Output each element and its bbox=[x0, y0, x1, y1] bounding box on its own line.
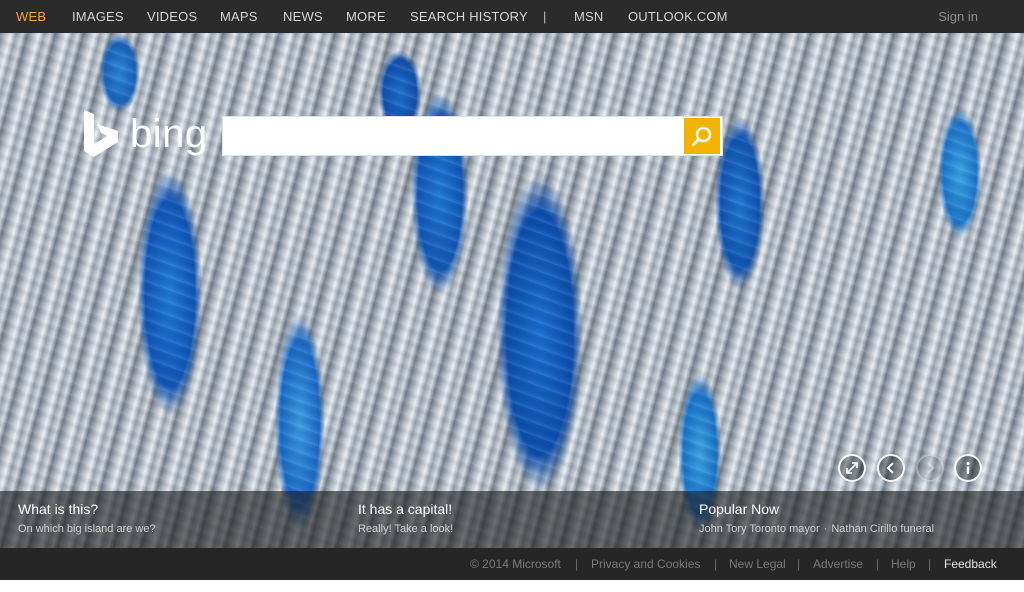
search-input[interactable] bbox=[223, 117, 683, 155]
bing-b-icon bbox=[84, 110, 118, 157]
search-box[interactable] bbox=[222, 116, 723, 156]
nav-images[interactable]: IMAGES bbox=[72, 9, 124, 24]
footer-separator: | bbox=[714, 557, 718, 571]
nav-outlook[interactable]: OUTLOOK.COM bbox=[628, 9, 728, 24]
footer-privacy-link[interactable]: Privacy and Cookies bbox=[591, 557, 700, 571]
nav-news[interactable]: NEWS bbox=[283, 9, 323, 24]
hotspot-what-is-this[interactable]: What is this? On which big island are we… bbox=[18, 491, 318, 548]
page-bottom-margin bbox=[0, 580, 1024, 592]
panel-subtitle: On which big island are we? bbox=[18, 523, 156, 535]
chevron-right-icon bbox=[927, 462, 935, 474]
popular-now-title: Popular Now bbox=[699, 501, 780, 517]
nav-more[interactable]: MORE bbox=[346, 9, 386, 24]
hotspot-capital[interactable]: It has a capital! Really! Take a look! bbox=[358, 491, 658, 548]
footer-help-link[interactable]: Help bbox=[891, 557, 916, 571]
popular-now-links: John Tory Toronto mayor · Nathan Cirillo f… bbox=[699, 523, 934, 535]
search-button[interactable] bbox=[684, 118, 720, 154]
info-button[interactable] bbox=[954, 454, 982, 482]
footer-separator: | bbox=[797, 557, 801, 571]
footer-separator: | bbox=[575, 557, 579, 571]
popular-now: Popular Now John Tory Toronto mayor · Nath… bbox=[699, 491, 999, 548]
fullscreen-icon bbox=[846, 462, 858, 474]
bing-wordmark: bing bbox=[130, 112, 208, 156]
search-icon bbox=[692, 126, 712, 146]
info-icon bbox=[966, 462, 970, 474]
link-separator: · bbox=[823, 523, 828, 535]
next-image-button[interactable] bbox=[916, 454, 944, 482]
panel-title: What is this? bbox=[18, 501, 99, 517]
popular-link[interactable]: Nathan Cirillo funeral bbox=[831, 523, 934, 535]
footer-separator: | bbox=[928, 557, 932, 571]
nav-search-history[interactable]: SEARCH HISTORY bbox=[410, 9, 528, 24]
footer-separator: | bbox=[876, 557, 880, 571]
panel-subtitle: Really! Take a look! bbox=[358, 523, 454, 535]
footer-advertise-link[interactable]: Advertise bbox=[813, 557, 863, 571]
footer-legal-link[interactable]: New Legal bbox=[729, 557, 786, 571]
chevron-left-icon bbox=[886, 462, 894, 474]
bing-logo[interactable]: bing bbox=[82, 110, 207, 160]
copyright: © 2014 Microsoft bbox=[470, 557, 561, 571]
top-nav-bar: WEB IMAGES VIDEOS MAPS NEWS MORE SEARCH … bbox=[0, 0, 1024, 33]
nav-separator: | bbox=[543, 9, 547, 24]
panel-title: It has a capital! bbox=[358, 501, 453, 517]
sign-in-link[interactable]: Sign in bbox=[938, 9, 978, 24]
popular-link[interactable]: John Tory Toronto mayor bbox=[699, 523, 820, 535]
fullscreen-button[interactable] bbox=[838, 454, 866, 482]
info-strip: What is this? On which big island are we… bbox=[0, 491, 1024, 548]
nav-web[interactable]: WEB bbox=[16, 9, 46, 24]
nav-msn[interactable]: MSN bbox=[574, 9, 604, 24]
footer-feedback-link[interactable]: Feedback bbox=[944, 557, 997, 571]
previous-image-button[interactable] bbox=[877, 454, 905, 482]
nav-videos[interactable]: VIDEOS bbox=[147, 9, 197, 24]
nav-maps[interactable]: MAPS bbox=[220, 9, 258, 24]
footer: © 2014 Microsoft | Privacy and Cookies |… bbox=[0, 548, 1024, 580]
